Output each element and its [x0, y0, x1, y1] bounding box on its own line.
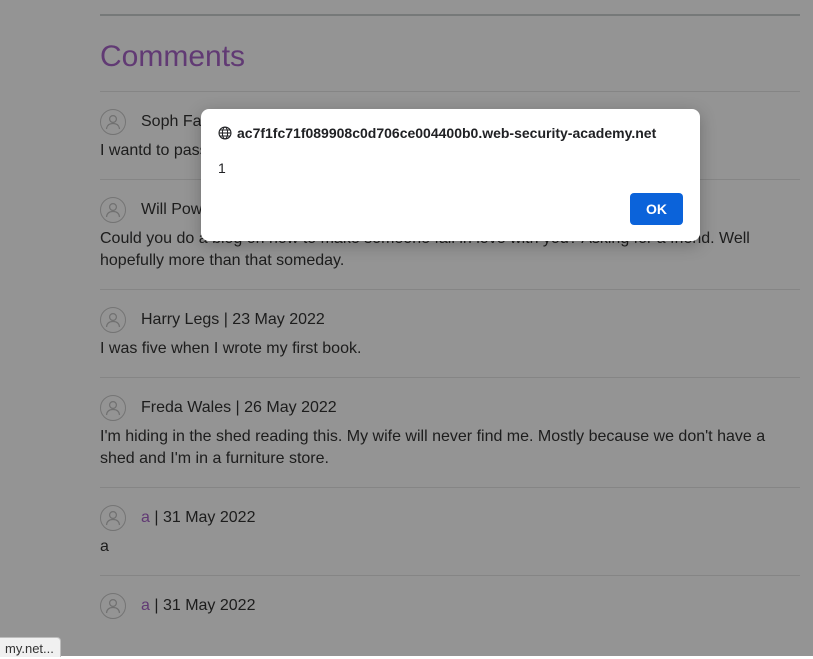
globe-icon — [218, 126, 232, 140]
alert-dialog: ac7f1fc71f089908c0d706ce004400b0.web-sec… — [201, 109, 700, 241]
modal-overlay — [0, 0, 813, 656]
dialog-origin-text: ac7f1fc71f089908c0d706ce004400b0.web-sec… — [237, 125, 657, 141]
dialog-message: 1 — [218, 160, 226, 176]
dialog-origin: ac7f1fc71f089908c0d706ce004400b0.web-sec… — [218, 125, 656, 141]
status-bar-url: my.net... — [0, 637, 61, 657]
ok-button[interactable]: OK — [630, 193, 683, 225]
